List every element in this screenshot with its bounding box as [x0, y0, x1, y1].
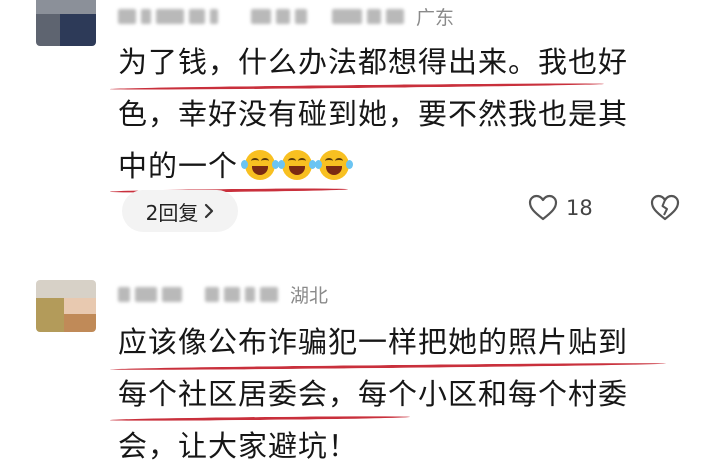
view-replies-button[interactable]: 2回复 [122, 190, 238, 232]
dislike-button[interactable] [650, 194, 680, 226]
like-button[interactable]: 18 [528, 194, 593, 222]
comment-line: 中的一个 [109, 140, 698, 194]
comment-meta: 广东 [118, 4, 455, 29]
location-label: 广东 [416, 6, 455, 29]
avatar[interactable] [36, 280, 96, 332]
comment-line: 色，幸好没有碰到她，要不然我也是其 [118, 88, 698, 140]
comment-text: 应该像公布诈骗犯一样把她的照片贴到 每个社区居委会，每个小区和每个村委 会，让大… [109, 316, 698, 472]
comment-line-text: 会，让大家避坑！ [118, 429, 359, 463]
comment-line-text: 应该像公布诈骗犯一样把她的照片贴到 [118, 325, 629, 359]
broken-heart-icon [650, 194, 680, 221]
comment-actions: 2回复 18 [0, 190, 720, 236]
comment-line-text: 为了钱，什么办法都想得出来。我也好 [118, 45, 629, 79]
location-label: 湖北 [290, 284, 329, 307]
comment-line: 应该像公布诈骗犯一样把她的照片贴到 [109, 316, 698, 371]
laughing-with-tears-icon [315, 150, 354, 180]
comment-text: 为了钱，什么办法都想得出来。我也好 色，幸好没有碰到她，要不然我也是其 中的一个 [109, 36, 698, 194]
laughing-with-tears-icon [278, 150, 317, 180]
comment-line-text: 每个社区居委会，每个小区和每个村委 [118, 377, 629, 411]
comment-line: 为了钱，什么办法都想得出来。我也好 [109, 36, 698, 91]
heart-icon [528, 194, 558, 221]
comment-line-text: 色，幸好没有碰到她，要不然我也是其 [118, 97, 629, 131]
comment-item: 广东 为了钱，什么办法都想得出来。我也好 色，幸好没有碰到她，要不然我也是其 中… [0, 0, 720, 250]
comment-line: 会，让大家避坑！ [118, 420, 698, 472]
comment-line-text: 中的一个 [118, 149, 239, 183]
comment-line: 每个社区居委会，每个小区和每个村委 [109, 368, 698, 422]
comment-item: 湖北 应该像公布诈骗犯一样把她的照片贴到 每个社区居委会，每个小区和每个村委 会… [0, 270, 720, 463]
comment-meta: 湖北 [118, 282, 329, 307]
username-blurred[interactable] [118, 286, 278, 302]
username-blurred[interactable] [118, 8, 404, 24]
avatar[interactable] [36, 0, 96, 46]
chevron-right-icon [205, 203, 214, 219]
reply-count-label: 2回复 [145, 200, 199, 225]
laughing-with-tears-icon [241, 150, 280, 180]
like-count: 18 [566, 196, 593, 220]
